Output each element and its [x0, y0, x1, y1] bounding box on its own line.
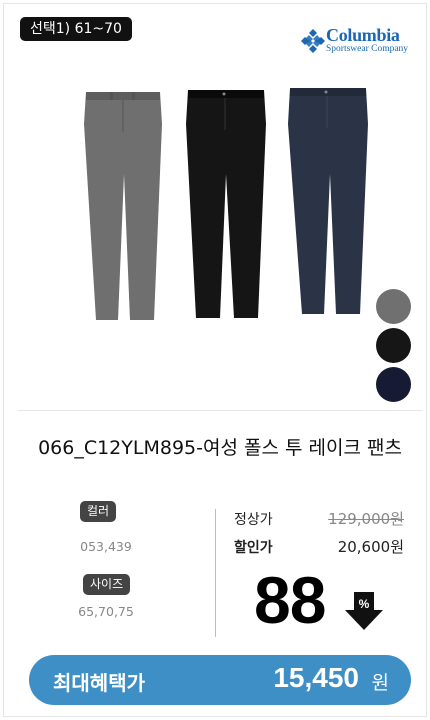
regular-price-label: 정상가: [234, 512, 273, 528]
max-benefit-button[interactable]: 최대혜택가 15,450 원: [29, 655, 411, 705]
color-swatch-navy[interactable]: [376, 367, 411, 402]
brand-subtitle: Sportswear Company: [326, 44, 409, 54]
grey-pants-icon: [84, 92, 162, 320]
pants-product-image[interactable]: [74, 84, 374, 324]
color-swatch-black[interactable]: [376, 328, 411, 363]
navy-pants-icon: [288, 88, 368, 314]
selection-badge: 선택1) 61~70: [20, 17, 132, 41]
price-divider: [215, 509, 216, 637]
sale-price-label: 할인가: [234, 540, 273, 556]
brand-name: Columbia: [326, 25, 400, 45]
divider: [18, 410, 422, 411]
sale-price-value: 20,600원: [337, 538, 404, 556]
black-pants-icon: [186, 90, 266, 318]
color-option-value: 053,439: [80, 539, 132, 554]
max-benefit-price: 15,450: [273, 662, 359, 693]
size-option-value: 65,70,75: [78, 604, 134, 619]
percent-symbol: %: [358, 597, 370, 611]
color-option-label: 컬러: [80, 501, 117, 522]
max-benefit-unit: 원: [371, 672, 389, 694]
max-benefit-label: 최대혜택가: [53, 671, 145, 695]
product-card[interactable]: 선택1) 61~70 Columbia Sportswear Company 0…: [3, 3, 427, 717]
diamond-logo-icon: [301, 29, 325, 53]
discount-rate: 88: [254, 563, 326, 637]
columbia-logo: Columbia Sportswear Company: [300, 25, 412, 58]
size-option-label: 사이즈: [83, 574, 131, 595]
product-title[interactable]: 066_C12YLM895-여성 폴스 투 레이크 팬츠: [24, 436, 416, 461]
down-arrow-icon: %: [345, 592, 383, 630]
regular-price-value: 129,000원: [328, 510, 404, 528]
color-swatch-grey[interactable]: [376, 289, 411, 324]
